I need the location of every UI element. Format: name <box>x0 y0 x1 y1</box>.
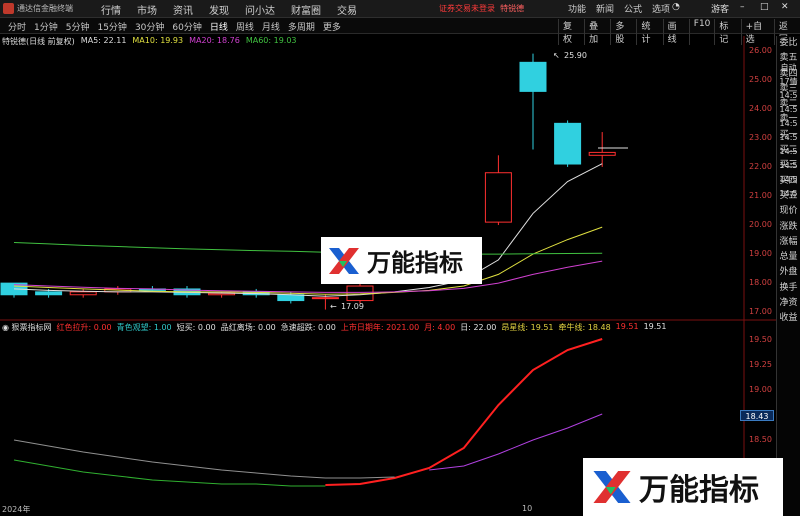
ind-item: 急速超跌: 0.00 <box>280 323 336 332</box>
side-panel-time: 14:5 <box>779 175 798 185</box>
ind-item: 青色观望: 1.00 <box>116 323 172 332</box>
ind-item: 牵牛线: 18.48 <box>558 323 611 332</box>
quote-side-panel: 委比 卖五 卖四 卖三 卖二 卖一 买一 买二 买三 买四 买五 现价 涨跌 涨幅 总量 外盘 换手 净资 收益 自… <box>776 36 800 516</box>
ind-item: 19.51 <box>615 322 639 331</box>
side-panel-time: 14:5 <box>779 91 798 101</box>
price-tick: 17.00 <box>749 307 772 317</box>
side-panel-label: 委比 <box>779 38 798 48</box>
ind-item: 19.51 <box>643 322 667 331</box>
side-panel-time: 14:5 <box>779 133 798 143</box>
watermark-logo-icon <box>329 247 359 274</box>
indicator-line <box>13 439 395 479</box>
candle-body[interactable] <box>588 151 616 156</box>
watermark-logo-icon <box>593 470 631 504</box>
side-panel-time: 14:5 <box>779 161 798 171</box>
side-panel-time: 17情 <box>779 77 798 87</box>
price-tick: 18.00 <box>749 278 772 288</box>
candle-body[interactable] <box>69 291 97 296</box>
high-value: 25.90 <box>564 51 587 60</box>
ma20-value: MA20: 18.76 <box>189 36 240 45</box>
ind-item: 昂星线: 19.51 <box>501 323 554 332</box>
watermark-center: 万能指标 <box>321 237 482 284</box>
ma-line-ma5 <box>13 163 603 297</box>
ind-item: 红色拉升: 0.00 <box>56 323 112 332</box>
side-panel-time: 14:5 <box>779 147 798 157</box>
side-panel-time: 14:5 <box>779 189 798 199</box>
ma60-value: MA60: 19.03 <box>245 36 297 45</box>
close-icon[interactable]: ✕ <box>781 2 789 12</box>
side-panel-label: 涨跌 <box>779 221 798 232</box>
candle-body[interactable] <box>484 172 512 223</box>
ma10-value: MA10: 19.93 <box>132 36 184 45</box>
ind-item: 品红离场: 0.00 <box>220 323 276 332</box>
price-tick: 23.00 <box>749 132 772 142</box>
candle-body[interactable] <box>554 122 582 165</box>
x-label: 2024年 <box>2 505 31 514</box>
side-panel-label: 收益 <box>779 313 798 324</box>
candle-body[interactable] <box>35 291 63 296</box>
indicator-tick: 19.50 <box>749 335 772 344</box>
watermark-text: 万能指标 <box>639 473 759 508</box>
current-value-badge: 18.43 <box>740 410 774 421</box>
indicator-tick: 19.00 <box>749 385 772 394</box>
indicator-name: ◉ 狠票指标网 <box>2 323 52 332</box>
ind-item: 短买: 0.00 <box>176 323 216 332</box>
candle-body[interactable] <box>519 61 547 92</box>
ma-line-ma10 <box>13 226 603 295</box>
watermark-corner: 万能指标 <box>583 458 783 516</box>
price-tick: 25.00 <box>749 74 772 84</box>
indicator-tick: 19.25 <box>749 360 772 369</box>
high-annotation: ↖ <box>553 51 560 60</box>
indicator-tick: 18.50 <box>749 435 772 444</box>
ma5-value: MA5: 22.11 <box>80 36 127 45</box>
ind-item: 日: 22.00 <box>460 323 497 332</box>
side-panel-label: 换手 <box>779 282 798 293</box>
price-tick: 20.00 <box>749 220 772 230</box>
side-panel-label: 外盘 <box>779 267 798 278</box>
low-value: 17.09 <box>341 302 364 311</box>
watermark-text: 万能指标 <box>367 249 463 277</box>
side-panel-time: 14:5 <box>779 119 798 129</box>
indicator-info-bar: ◉ 狠票指标网 红色拉升: 0.00 青色观望: 1.00 短买: 0.00 品… <box>2 322 666 334</box>
stock-name: 特锐德(日线 前复权) <box>2 37 75 46</box>
price-tick: 21.00 <box>749 190 772 200</box>
ma-line-ma60 <box>13 242 603 255</box>
side-panel-label: 涨幅 <box>779 236 798 247</box>
side-panel-label: 总量 <box>779 252 798 263</box>
low-annotation: ← <box>330 302 337 311</box>
price-tick: 19.00 <box>749 249 772 259</box>
side-panel-label: 现价 <box>779 206 798 217</box>
ind-item: 月: 4.00 <box>424 323 456 332</box>
price-axis: 26.00 25.00 24.00 23.00 22.00 21.00 20.00 19.00… <box>744 36 776 516</box>
indicator-line <box>429 413 603 471</box>
candle-body[interactable] <box>311 297 339 300</box>
price-tick: 26.00 <box>749 45 772 55</box>
chart-info-bar: 特锐德(日线 前复权) MA5: 22.11 MA10: 19.93 MA20:… <box>2 36 297 48</box>
x-label: 10 <box>522 504 533 513</box>
side-panel-label: 净资 <box>779 298 798 309</box>
side-panel-time: 14:5 <box>779 105 798 115</box>
price-tick: 24.00 <box>749 103 772 113</box>
indicator-line <box>325 338 603 486</box>
price-tick: 22.00 <box>749 161 772 171</box>
ind-item: 上市日期年: 2021.00 <box>340 323 420 332</box>
